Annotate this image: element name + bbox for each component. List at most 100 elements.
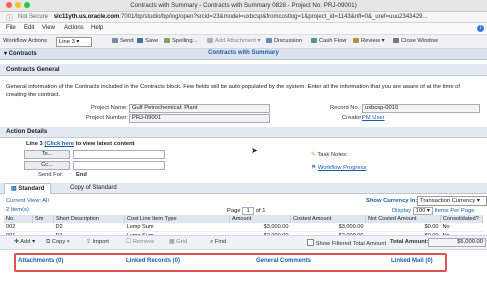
contracts-general-header: Contracts General bbox=[0, 64, 487, 76]
general-comments-link[interactable]: General Comments bbox=[256, 258, 311, 264]
column-header[interactable]: Cost Line Item Type bbox=[124, 215, 230, 223]
toolbar: Workflow Actions Line 3 ▾ Send Save Spel… bbox=[0, 35, 487, 49]
remove-button[interactable]: ☐ Remove bbox=[126, 239, 154, 245]
cash-flow-button[interactable]: Cash Flow bbox=[311, 38, 346, 44]
pagination: Page 1 of 1 bbox=[227, 207, 265, 215]
cash-flow-label: Cash Flow bbox=[319, 38, 347, 44]
window-title: Contracts with Summary - Contracts with … bbox=[130, 2, 357, 9]
find-label: Find bbox=[214, 239, 227, 245]
cell-consolidated: No bbox=[440, 223, 483, 232]
find-button[interactable]: ⌕ Find bbox=[210, 239, 226, 246]
form-title: Contracts with Summary bbox=[208, 50, 279, 56]
search-icon: ⌕ bbox=[210, 239, 214, 245]
add-button[interactable]: ✚ Add ▾ bbox=[14, 239, 35, 245]
mouse-cursor-icon: ➤ bbox=[251, 146, 258, 155]
workflow-select[interactable]: Line 3 ▾ bbox=[56, 37, 92, 47]
close-window-label: Close Window bbox=[401, 38, 439, 44]
grid-toolbar: ✚ Add ▾ ⧉ Copy ▾ ⇪ Import ☐ Remove ▦ Gri… bbox=[0, 235, 487, 250]
currency-select[interactable]: Transaction Currency ▾ bbox=[417, 196, 487, 206]
page-of: of 1 bbox=[255, 208, 266, 214]
items-count: 2 Item(s) bbox=[6, 207, 29, 213]
close-icon bbox=[393, 38, 399, 43]
show-filtered-label: Show Filtered Total Amount bbox=[315, 241, 387, 247]
review-icon bbox=[353, 38, 359, 43]
info-icon[interactable]: ⓘ bbox=[6, 13, 13, 23]
save-button[interactable]: Save bbox=[137, 38, 158, 44]
copy-button[interactable]: ⧉ Copy ▾ bbox=[46, 239, 69, 246]
remove-label: Remove bbox=[132, 239, 155, 245]
to-input[interactable] bbox=[73, 150, 165, 159]
cc-button[interactable]: Cc... bbox=[24, 161, 70, 170]
workflow-actions-label: Workflow Actions bbox=[3, 38, 48, 44]
grid-icon: ▦ bbox=[169, 239, 175, 245]
menu-file[interactable]: File bbox=[6, 25, 16, 31]
per-page-value: 100 bbox=[415, 208, 426, 214]
grid-tab-icon: ▤ bbox=[11, 186, 17, 192]
items-per-page-label: Items Per Page bbox=[434, 208, 475, 214]
column-header[interactable]: Costed Amount bbox=[290, 215, 366, 223]
current-view-label[interactable]: Current View: All bbox=[6, 198, 49, 204]
show-currency-label: Show Currency In: bbox=[366, 198, 418, 204]
table-row[interactable]: 002 D2 Lump Sum $3,000.00 $3,000.00 $0.0… bbox=[4, 223, 483, 232]
contracts-tab-bar: ▾ Contracts Contracts with Summary bbox=[0, 49, 487, 60]
column-header[interactable]: Amount bbox=[229, 215, 291, 223]
help-icon[interactable]: i bbox=[477, 25, 484, 32]
display-label: Display bbox=[392, 208, 412, 214]
menu-view[interactable]: View bbox=[42, 25, 55, 31]
cash-flow-icon bbox=[311, 38, 317, 43]
column-header[interactable]: Short Description bbox=[53, 215, 125, 223]
window-titlebar: Contracts with Summary - Contracts with … bbox=[0, 0, 487, 12]
discussion-button[interactable]: Discussion bbox=[266, 38, 302, 44]
copy-icon: ⧉ bbox=[46, 239, 51, 245]
creator-label: Creator: bbox=[342, 115, 363, 121]
url-path: :7001/bp/studio/bp/log/open?srcid=23&mod… bbox=[119, 14, 428, 20]
project-name-label: Project Name: bbox=[91, 105, 128, 111]
attachments-link[interactable]: Attachments (0) bbox=[18, 258, 63, 264]
cell-amount: $3,000.00 bbox=[229, 223, 291, 232]
linked-mail-link[interactable]: Linked Mail (0) bbox=[391, 258, 433, 264]
project-number-field: PRJ-09001 bbox=[129, 114, 270, 123]
workflow-progress-link[interactable]: Workflow Progress bbox=[318, 165, 367, 171]
cc-input[interactable] bbox=[73, 161, 165, 170]
linked-records-link[interactable]: Linked Records (0) bbox=[126, 258, 180, 264]
total-amount-label: Total Amount: bbox=[390, 239, 429, 245]
import-icon: ⇪ bbox=[86, 239, 91, 245]
grid-button[interactable]: ▦ Grid bbox=[169, 239, 187, 245]
click-here-link[interactable]: (Click here bbox=[44, 141, 74, 147]
show-filtered-toggle[interactable]: Show Filtered Total Amount bbox=[307, 239, 386, 247]
column-header[interactable]: Consolidated? bbox=[440, 215, 483, 223]
page-input[interactable]: 1 bbox=[242, 207, 255, 215]
cell-sm bbox=[32, 223, 54, 232]
creator-link[interactable]: PM User bbox=[362, 115, 385, 121]
save-icon bbox=[137, 38, 143, 43]
copy-label: Copy bbox=[51, 239, 66, 245]
send-label: Send bbox=[120, 38, 134, 44]
review-button[interactable]: Review ▾ bbox=[353, 38, 385, 44]
send-button[interactable]: Send bbox=[112, 38, 134, 44]
column-header[interactable]: No. bbox=[4, 215, 33, 223]
spelling-button[interactable]: Spelling... bbox=[164, 38, 197, 44]
per-page-select[interactable]: 100 ▾ bbox=[412, 207, 433, 215]
column-header[interactable]: Not Costed Amount bbox=[365, 215, 441, 223]
address-bar[interactable]: ⓘ Not Secure slc11yth.us.oracle.com:7001… bbox=[0, 12, 487, 23]
send-for-value: End bbox=[76, 172, 87, 178]
cell-costed: $3,000.00 bbox=[290, 223, 366, 232]
discussion-label: Discussion bbox=[274, 38, 303, 44]
close-window-button[interactable]: Close Window bbox=[393, 38, 438, 44]
task-notes-icon: ✎ bbox=[311, 152, 316, 158]
add-label: Add bbox=[20, 239, 31, 245]
tab-standard[interactable]: ▤ Standard bbox=[4, 183, 52, 194]
menu-actions[interactable]: Actions bbox=[64, 25, 84, 31]
show-filtered-checkbox[interactable] bbox=[307, 239, 314, 246]
column-header[interactable]: Sm bbox=[32, 215, 54, 223]
action-details-header: Action Details bbox=[0, 127, 487, 138]
tab-copy-of-standard[interactable]: Copy of Standard bbox=[70, 184, 117, 193]
menu-help[interactable]: Help bbox=[91, 25, 103, 31]
url-text[interactable]: Not Secure slc11yth.us.oracle.com:7001/b… bbox=[18, 14, 428, 20]
import-button[interactable]: ⇪ Import bbox=[86, 239, 109, 245]
menu-edit[interactable]: Edit bbox=[24, 25, 34, 31]
add-attachment-button[interactable]: Add Attachment ▾ bbox=[207, 38, 260, 44]
currency-select-value: Transaction Currency bbox=[420, 198, 476, 204]
to-button[interactable]: To... bbox=[24, 150, 70, 159]
discussion-icon bbox=[266, 38, 272, 43]
